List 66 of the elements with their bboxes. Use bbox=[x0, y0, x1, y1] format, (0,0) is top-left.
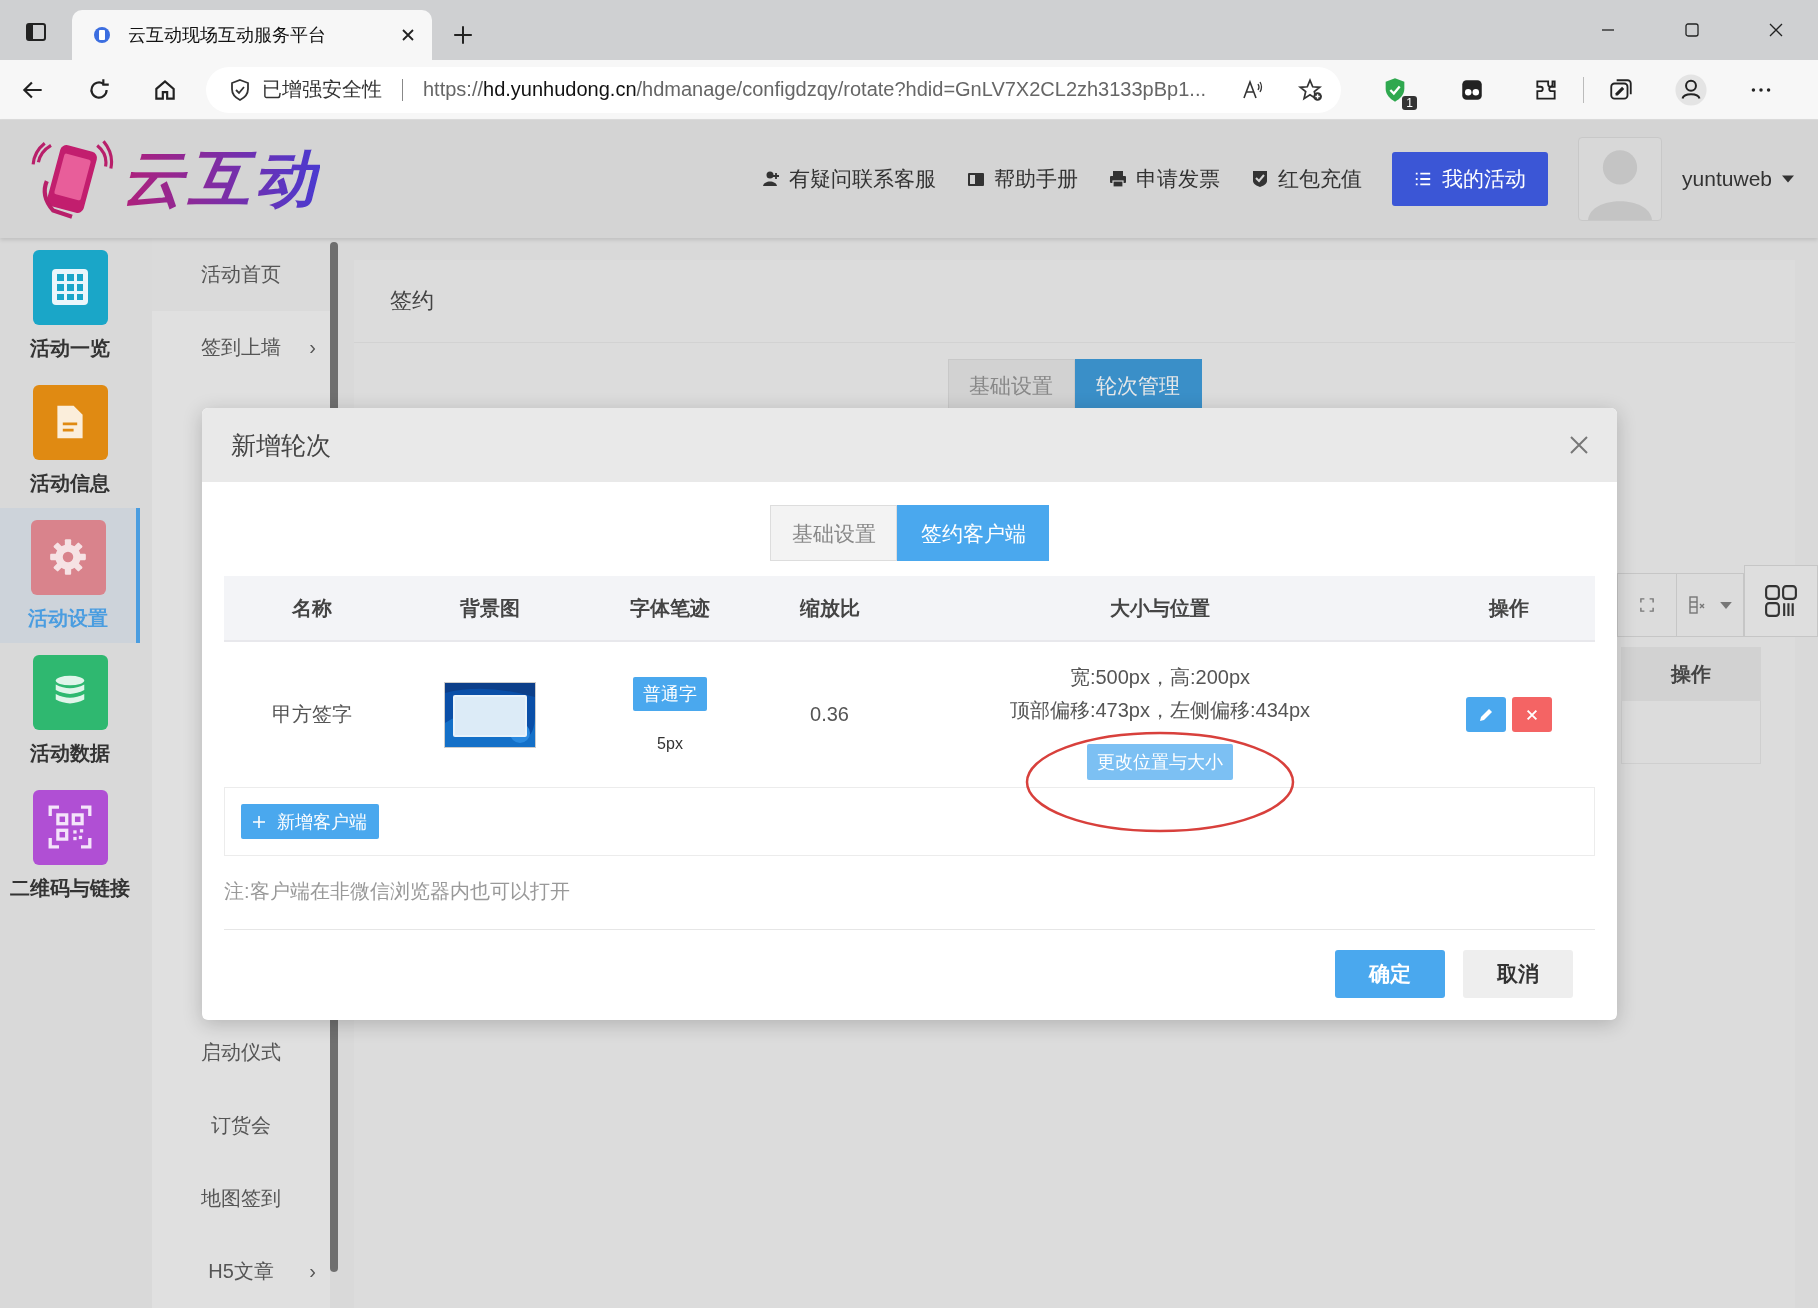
submenu-item[interactable]: 启动仪式 bbox=[152, 1016, 330, 1089]
caret-icon bbox=[1720, 601, 1732, 609]
column-header: 缩放比 bbox=[798, 595, 861, 621]
add-user-icon bbox=[761, 169, 782, 189]
submenu-item[interactable]: 订货会 bbox=[152, 1089, 330, 1162]
column-header: 操作 bbox=[1487, 595, 1530, 621]
column-header: 背景图 bbox=[459, 595, 521, 621]
qr-code-icon bbox=[48, 805, 92, 849]
username-dropdown[interactable]: yuntuweb bbox=[1682, 167, 1794, 191]
submenu-item[interactable]: 活动首页 bbox=[152, 238, 330, 311]
extension-badge: 1 bbox=[1402, 95, 1418, 110]
delete-button[interactable] bbox=[1511, 697, 1552, 732]
nav-item[interactable]: 活动数据 bbox=[0, 643, 140, 778]
tab-title: 云互动现场互动服务平台 bbox=[128, 24, 327, 47]
shield-icon bbox=[228, 77, 252, 102]
browser-tab[interactable]: 云互动现场互动服务平台 bbox=[72, 10, 432, 60]
edit-button[interactable] bbox=[1465, 697, 1506, 732]
offset-text: 顶部偏移:473px，左侧偏移:434px bbox=[1009, 698, 1311, 723]
pencil-icon bbox=[1477, 706, 1494, 723]
table-cell-text: 0.36 bbox=[809, 702, 850, 727]
page-title: 签约 bbox=[354, 260, 1795, 343]
close-icon bbox=[1524, 707, 1539, 722]
new-tab-icon[interactable] bbox=[452, 24, 474, 46]
close-icon[interactable] bbox=[400, 27, 416, 43]
grid-icon bbox=[50, 267, 90, 307]
column-header: 名称 bbox=[291, 595, 333, 621]
header-link[interactable]: 红包充值 bbox=[1250, 165, 1363, 193]
printer-icon bbox=[1108, 169, 1129, 189]
header-link[interactable]: 申请发票 bbox=[1108, 165, 1221, 193]
layout-button[interactable] bbox=[1744, 565, 1818, 637]
plus-icon bbox=[253, 815, 265, 828]
phone-logo-icon bbox=[30, 137, 114, 221]
security-label: 已增强安全性 bbox=[262, 77, 382, 102]
gear-icon bbox=[47, 536, 89, 578]
list-icon bbox=[1414, 170, 1433, 188]
dialog-title: 新增轮次 bbox=[231, 429, 331, 461]
profile-icon[interactable] bbox=[1674, 72, 1708, 107]
nav-item[interactable]: 活动信息 bbox=[0, 373, 140, 508]
favorite-star-icon[interactable] bbox=[1297, 76, 1324, 103]
cancel-button[interactable]: 取消 bbox=[1463, 950, 1573, 998]
size-text: 宽:500px，高:200px bbox=[1069, 665, 1251, 690]
header-link[interactable]: 有疑问联系客服 bbox=[761, 165, 937, 193]
column-header: 字体笔迹 bbox=[629, 595, 711, 621]
table-header-cell: 操作 bbox=[1621, 647, 1761, 701]
address-bar[interactable]: 已增强安全性 https://hd.yunhudong.cn/hdmanage/configdzqy/rotate?hdid=GnLV7X2CL2zh3133pBp1... bbox=[206, 66, 1342, 113]
column-header: 大小与位置 bbox=[1109, 595, 1211, 621]
nav-item[interactable]: 活动一览 bbox=[0, 238, 140, 373]
fullscreen-icon bbox=[1640, 598, 1654, 612]
my-activities-button[interactable]: 我的活动 bbox=[1392, 152, 1549, 206]
stroke-width-text: 5px bbox=[657, 734, 683, 753]
caret-icon bbox=[1782, 175, 1794, 183]
header-link[interactable]: 帮助手册 bbox=[966, 165, 1079, 193]
tab[interactable]: 基础设置 bbox=[770, 505, 897, 561]
collections-icon[interactable] bbox=[1608, 76, 1634, 103]
sidebar-toggle-icon[interactable] bbox=[24, 20, 48, 44]
close-icon[interactable] bbox=[1768, 22, 1784, 38]
submenu-item[interactable]: 地图签到 bbox=[152, 1162, 330, 1235]
nav-item[interactable]: 二维码与链接 bbox=[0, 778, 140, 913]
submenu-item[interactable]: H5文章 › bbox=[152, 1235, 330, 1308]
maximize-icon[interactable] bbox=[1684, 22, 1700, 38]
note-text: 注:客户端在非微信浏览器内也可以打开 bbox=[224, 878, 1595, 930]
favicon-icon bbox=[92, 25, 112, 45]
url-text: https://hd.yunhudong.cn/hdmanage/configdzqy/rotate?hdid=GnLV7X2CL2zh3133pBp1... bbox=[423, 78, 1206, 101]
submenu-item[interactable]: 签到上墙 › bbox=[152, 311, 330, 384]
layout-icon bbox=[1764, 584, 1798, 618]
table-cell-text: 甲方签字 bbox=[271, 702, 353, 727]
